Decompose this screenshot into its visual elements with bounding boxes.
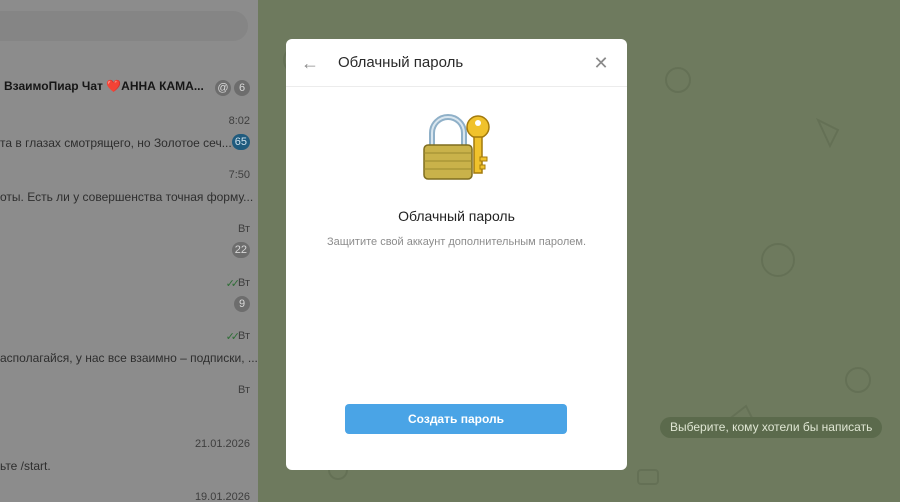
unread-badge: 22 bbox=[231, 242, 250, 258]
cloud-password-dialog: ← Облачный пароль ✕ Облачный пароль Защи… bbox=[286, 39, 627, 470]
chat-preview: ьте /start. bbox=[0, 459, 51, 473]
dialog-title: Облачный пароль bbox=[338, 54, 464, 71]
close-icon[interactable]: ✕ bbox=[589, 51, 613, 75]
chat-name: ВзаимоПиар Чат ❤️АННА КАМА... bbox=[4, 79, 204, 93]
chat-item[interactable]: 8:02 та в глазах смотрящего, но Золотое … bbox=[0, 115, 258, 155]
back-arrow-icon[interactable]: ← bbox=[298, 51, 322, 75]
chat-time: Вт bbox=[237, 223, 250, 235]
lock-and-key-icon bbox=[423, 114, 490, 180]
chat-item[interactable]: Вт 22 bbox=[0, 223, 258, 263]
chat-item[interactable]: ✓✓ Вт асполагайся, у нас все взаимно – п… bbox=[0, 330, 258, 370]
search-input[interactable] bbox=[0, 11, 248, 41]
chat-time: 19.01.2026 bbox=[194, 491, 250, 502]
read-checkmarks-icon: ✓✓ bbox=[225, 278, 241, 290]
dialog-header: ← Облачный пароль ✕ bbox=[286, 39, 627, 87]
read-checkmarks-icon: ✓✓ bbox=[225, 331, 241, 343]
chat-time: Вт bbox=[237, 277, 250, 289]
chat-preview: асполагайся, у нас все взаимно – подписк… bbox=[0, 351, 258, 365]
chat-preview: оты. Есть ли у совершенства точная форму… bbox=[0, 190, 254, 204]
chat-item[interactable]: Вт bbox=[0, 384, 258, 414]
chat-item[interactable]: ✓✓ Вт 9 bbox=[0, 277, 258, 317]
select-chat-hint: Выберите, кому хотели бы написать bbox=[660, 417, 883, 438]
chat-item[interactable]: 21.01.2026 ьте /start. bbox=[0, 438, 258, 478]
dialog-heading: Облачный пароль bbox=[398, 208, 515, 224]
chat-time: 21.01.2026 bbox=[194, 438, 250, 450]
unread-badge: 6 bbox=[234, 80, 250, 96]
mention-badge: @ bbox=[215, 80, 231, 96]
unread-badge: 9 bbox=[234, 296, 250, 312]
chat-item[interactable]: 7:50 оты. Есть ли у совершенства точная … bbox=[0, 169, 258, 209]
chat-time: Вт bbox=[237, 384, 250, 396]
chat-item[interactable]: ВзаимоПиар Чат ❤️АННА КАМА... @ 6 bbox=[0, 79, 258, 99]
unread-badge: 65 bbox=[231, 134, 250, 150]
chat-preview: та в глазах смотрящего, но Золотое сеч..… bbox=[0, 136, 232, 150]
chat-item[interactable]: 19.01.2026 bbox=[0, 491, 258, 502]
chat-time: 7:50 bbox=[228, 169, 250, 181]
chat-time: 8:02 bbox=[228, 115, 250, 127]
chat-time: Вт bbox=[237, 330, 250, 342]
dialog-subtitle: Защитите свой аккаунт дополнительным пар… bbox=[326, 236, 587, 248]
chat-list-sidebar: ВзаимоПиар Чат ❤️АННА КАМА... @ 6 8:02 т… bbox=[0, 0, 258, 502]
create-password-button[interactable]: Создать пароль bbox=[345, 404, 567, 434]
